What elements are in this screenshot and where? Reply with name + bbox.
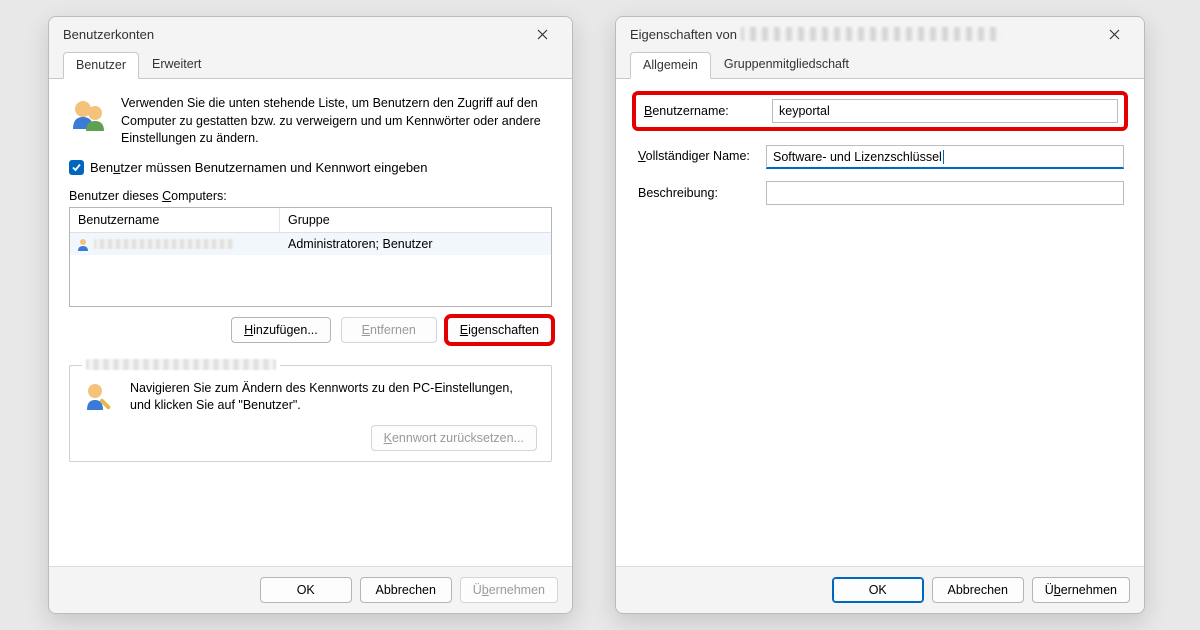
users-icon	[69, 95, 109, 148]
tabstrip: Benutzer Erweitert	[49, 51, 572, 78]
tab-pane-users: Verwenden Sie die unten stehende Liste, …	[49, 78, 572, 566]
description-row: Beschreibung:	[636, 181, 1124, 205]
cancel-button[interactable]: Abbrechen	[360, 577, 452, 603]
dialog-title: Benutzerkonten	[63, 27, 154, 42]
redacted-title-name	[741, 27, 1001, 41]
properties-dialog: Eigenschaften von Allgemein Gruppenmitgl…	[615, 16, 1145, 614]
ok-button[interactable]: OK	[260, 577, 352, 603]
fullname-row: Vollständiger Name: Software- und Lizenz…	[636, 145, 1124, 169]
dialog-footer: OK Abbrechen Übernehmen	[616, 566, 1144, 613]
properties-button[interactable]: Eigenschaften	[447, 317, 552, 343]
group-legend-redacted	[82, 358, 280, 373]
description-field[interactable]	[766, 181, 1124, 205]
add-button[interactable]: Hinzufügen...	[231, 317, 331, 343]
password-message: Navigieren Sie zum Ändern des Kennworts …	[130, 380, 537, 415]
cancel-button[interactable]: Abbrechen	[932, 577, 1024, 603]
header-group[interactable]: Gruppe	[280, 208, 551, 232]
user-row-icon	[76, 237, 90, 251]
close-button[interactable]	[1094, 20, 1134, 48]
key-icon	[84, 380, 118, 417]
tab-advanced[interactable]: Erweitert	[139, 51, 214, 78]
dialog-title: Eigenschaften von	[630, 27, 1001, 42]
tab-general[interactable]: Allgemein	[630, 52, 711, 79]
checkbox-icon	[69, 160, 84, 175]
titlebar: Eigenschaften von	[616, 17, 1144, 51]
titlebar: Benutzerkonten	[49, 17, 572, 51]
tab-membership[interactable]: Gruppenmitgliedschaft	[711, 51, 862, 78]
apply-button[interactable]: Übernehmen	[460, 577, 558, 603]
list-row[interactable]: Administratoren; Benutzer	[70, 233, 551, 255]
username-field[interactable]: keyportal	[772, 99, 1118, 123]
list-buttons: Hinzufügen... Entfernen Eigenschaften	[69, 317, 552, 343]
dialog-footer: OK Abbrechen Übernehmen	[49, 566, 572, 613]
tabstrip: Allgemein Gruppenmitgliedschaft	[616, 51, 1144, 78]
header-username[interactable]: Benutzername	[70, 208, 280, 232]
tab-users[interactable]: Benutzer	[63, 52, 139, 79]
close-button[interactable]	[522, 20, 562, 48]
close-icon	[537, 29, 548, 40]
checkbox-label: Benutzer müssen Benutzernamen und Kennwo…	[90, 160, 428, 175]
tab-pane-general: Benutzername: keyportal Vollständiger Na…	[616, 78, 1144, 566]
list-headers: Benutzername Gruppe	[70, 208, 551, 233]
list-label: Benutzer dieses Computers:	[69, 189, 552, 203]
redacted-username	[94, 239, 234, 249]
apply-button[interactable]: Übernehmen	[1032, 577, 1130, 603]
intro-row: Verwenden Sie die unten stehende Liste, …	[69, 95, 552, 148]
reset-password-button[interactable]: Kennwort zurücksetzen...	[371, 425, 537, 451]
user-list[interactable]: Benutzername Gruppe Administratoren; Ben…	[69, 207, 552, 307]
remove-button[interactable]: Entfernen	[341, 317, 437, 343]
user-accounts-dialog: Benutzerkonten Benutzer Erweitert Verwen…	[48, 16, 573, 614]
password-group: Navigieren Sie zum Ändern des Kennworts …	[69, 365, 552, 462]
close-icon	[1109, 29, 1120, 40]
ok-button[interactable]: OK	[832, 577, 924, 603]
fullname-field[interactable]: Software- und Lizenzschlüssel	[766, 145, 1124, 169]
row-group: Administratoren; Benutzer	[280, 237, 551, 251]
require-password-checkbox[interactable]: Benutzer müssen Benutzernamen und Kennwo…	[69, 160, 552, 175]
intro-text: Verwenden Sie die unten stehende Liste, …	[121, 95, 552, 148]
username-row: Benutzername: keyportal	[636, 95, 1124, 127]
